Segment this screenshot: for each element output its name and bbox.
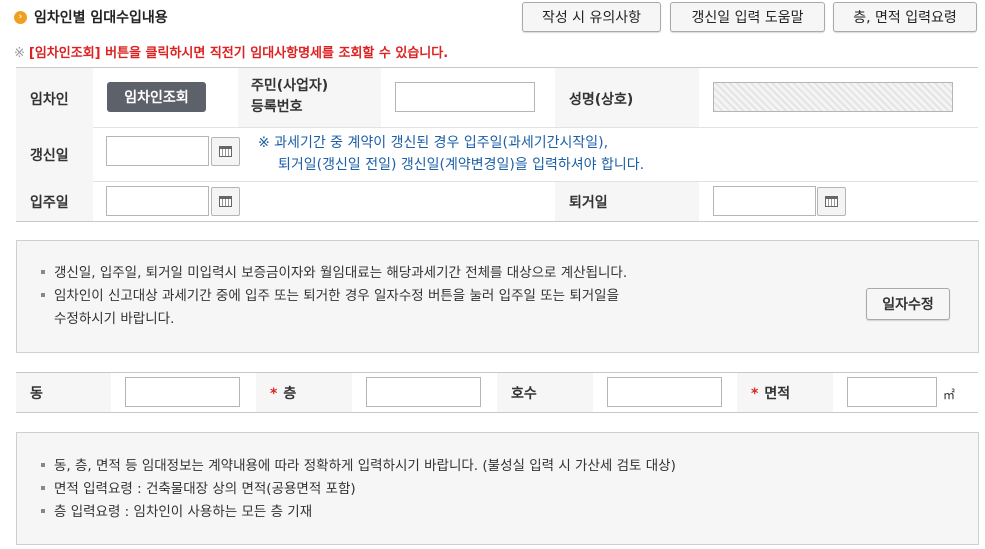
calendar-icon — [219, 146, 232, 157]
calendar-icon — [219, 196, 232, 207]
notice-mark: ※ — [14, 46, 25, 61]
form-top-border — [16, 67, 978, 68]
chevron-right-circle-icon: › — [14, 10, 27, 24]
floor-area-guide-button[interactable]: 층, 면적 입력요령 — [833, 2, 977, 32]
required-mark: * — [270, 386, 278, 402]
area-input[interactable] — [847, 377, 937, 407]
floor-label: * 층 — [270, 386, 297, 402]
move-in-label: 입주일 — [30, 195, 69, 211]
form-bottom-border — [16, 221, 978, 222]
floor-input[interactable] — [366, 377, 481, 407]
renewal-note-line2: 퇴거일(갱신일 전일) 갱신일(계약변경일)을 입력하셔야 합니다. — [278, 157, 645, 173]
date-info-box: 갱신일, 입주일, 퇴거일 미입력시 보증금이자와 월임대료는 해당과세기간 전… — [16, 240, 979, 353]
tenant-lookup-button[interactable]: 임차인조회 — [107, 82, 206, 112]
unit-info-box: 동, 층, 면적 등 임대정보는 계약내용에 따라 정확하게 입력하시기 바랍니… — [16, 432, 979, 545]
dong-label: 동 — [30, 386, 43, 402]
dong-input[interactable] — [125, 377, 240, 407]
reg-no-input[interactable] — [395, 82, 535, 112]
name-label: 성명(상호) — [569, 92, 634, 108]
row-divider — [16, 127, 978, 128]
date-info-line2: 임차인이 신고대상 과세기간 중에 입주 또는 퇴거한 경우 일자수정 버튼을 … — [41, 285, 619, 307]
area-unit: ㎡ — [943, 388, 956, 402]
renewal-note-line1: ※ 과세기간 중 계약이 갱신된 경우 입주일(과세기간시작일), — [258, 135, 609, 151]
move-out-label: 퇴거일 — [569, 195, 608, 211]
date-info-line3: 수정하시기 바랍니다. — [54, 311, 175, 327]
move-in-date-input[interactable] — [106, 186, 209, 216]
move-out-date-input[interactable] — [713, 186, 816, 216]
renewal-note: ※ 과세기간 중 계약이 갱신된 경우 입주일(과세기간시작일), 퇴거일(갱신… — [258, 132, 644, 176]
tenant-label: 임차인 — [30, 92, 69, 108]
date-edit-button[interactable]: 일자수정 — [866, 288, 950, 320]
area-label: * 면적 — [751, 386, 791, 402]
renewal-calendar-button[interactable] — [211, 137, 240, 166]
move-in-calendar-button[interactable] — [211, 187, 240, 216]
move-out-calendar-button[interactable] — [817, 187, 846, 216]
reg-no-label: 주민(사업자) 등록번호 — [251, 76, 328, 118]
required-mark: * — [751, 386, 759, 402]
reg-no-label-line1: 주민(사업자) — [251, 78, 329, 94]
renewal-date-input[interactable] — [106, 136, 209, 166]
name-input — [713, 82, 953, 112]
section-title: 임차인별 임대수입내용 — [34, 10, 168, 26]
renewal-label: 갱신일 — [30, 148, 69, 164]
calendar-icon — [825, 196, 838, 207]
notice-text: [임차인조회] 버튼을 클릭하시면 직전기 임대사항명세를 조회할 수 있습니다… — [28, 46, 449, 61]
section-header: › 임차인별 임대수입내용 — [14, 6, 168, 28]
row-divider — [16, 181, 978, 182]
unit-row-bottom-border — [16, 412, 978, 413]
unit-info-line1: 동, 층, 면적 등 임대정보는 계약내용에 따라 정확하게 입력하시기 바랍니… — [41, 455, 676, 477]
reg-no-label-line2: 등록번호 — [251, 99, 303, 115]
writing-notes-button[interactable]: 작성 시 유의사항 — [522, 2, 661, 32]
date-info-line1: 갱신일, 입주일, 퇴거일 미입력시 보증금이자와 월임대료는 해당과세기간 전… — [41, 262, 627, 284]
unit-info-line3: 층 입력요령 : 임차인이 사용하는 모든 층 기재 — [41, 501, 312, 523]
ho-label: 호수 — [511, 386, 537, 402]
unit-info-line2: 면적 입력요령 : 건축물대장 상의 면적(공용면적 포함) — [41, 478, 356, 500]
ho-input[interactable] — [607, 377, 722, 407]
renewal-help-button[interactable]: 갱신일 입력 도움말 — [670, 2, 825, 32]
lookup-notice: ※ [임차인조회] 버튼을 클릭하시면 직전기 임대사항명세를 조회할 수 있습니… — [14, 42, 448, 61]
